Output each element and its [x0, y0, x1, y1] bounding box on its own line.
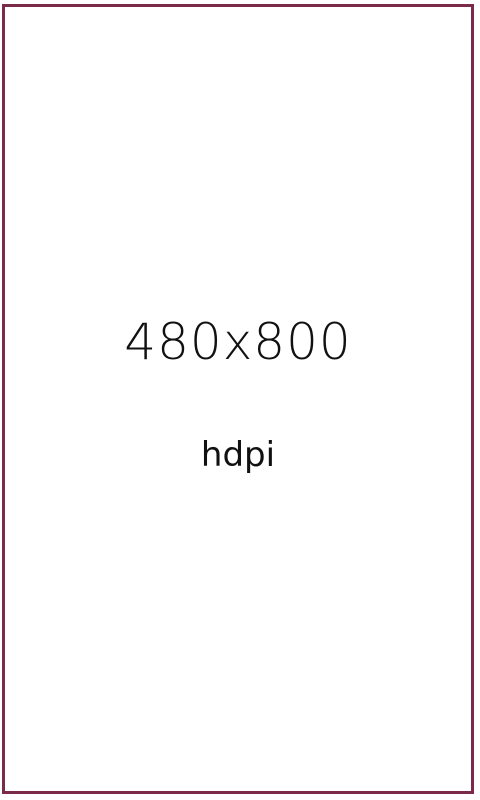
- placeholder-frame: 480x800 hdpi: [2, 4, 474, 794]
- density-label: hdpi: [200, 435, 276, 475]
- resolution-label: 480x800: [124, 313, 352, 371]
